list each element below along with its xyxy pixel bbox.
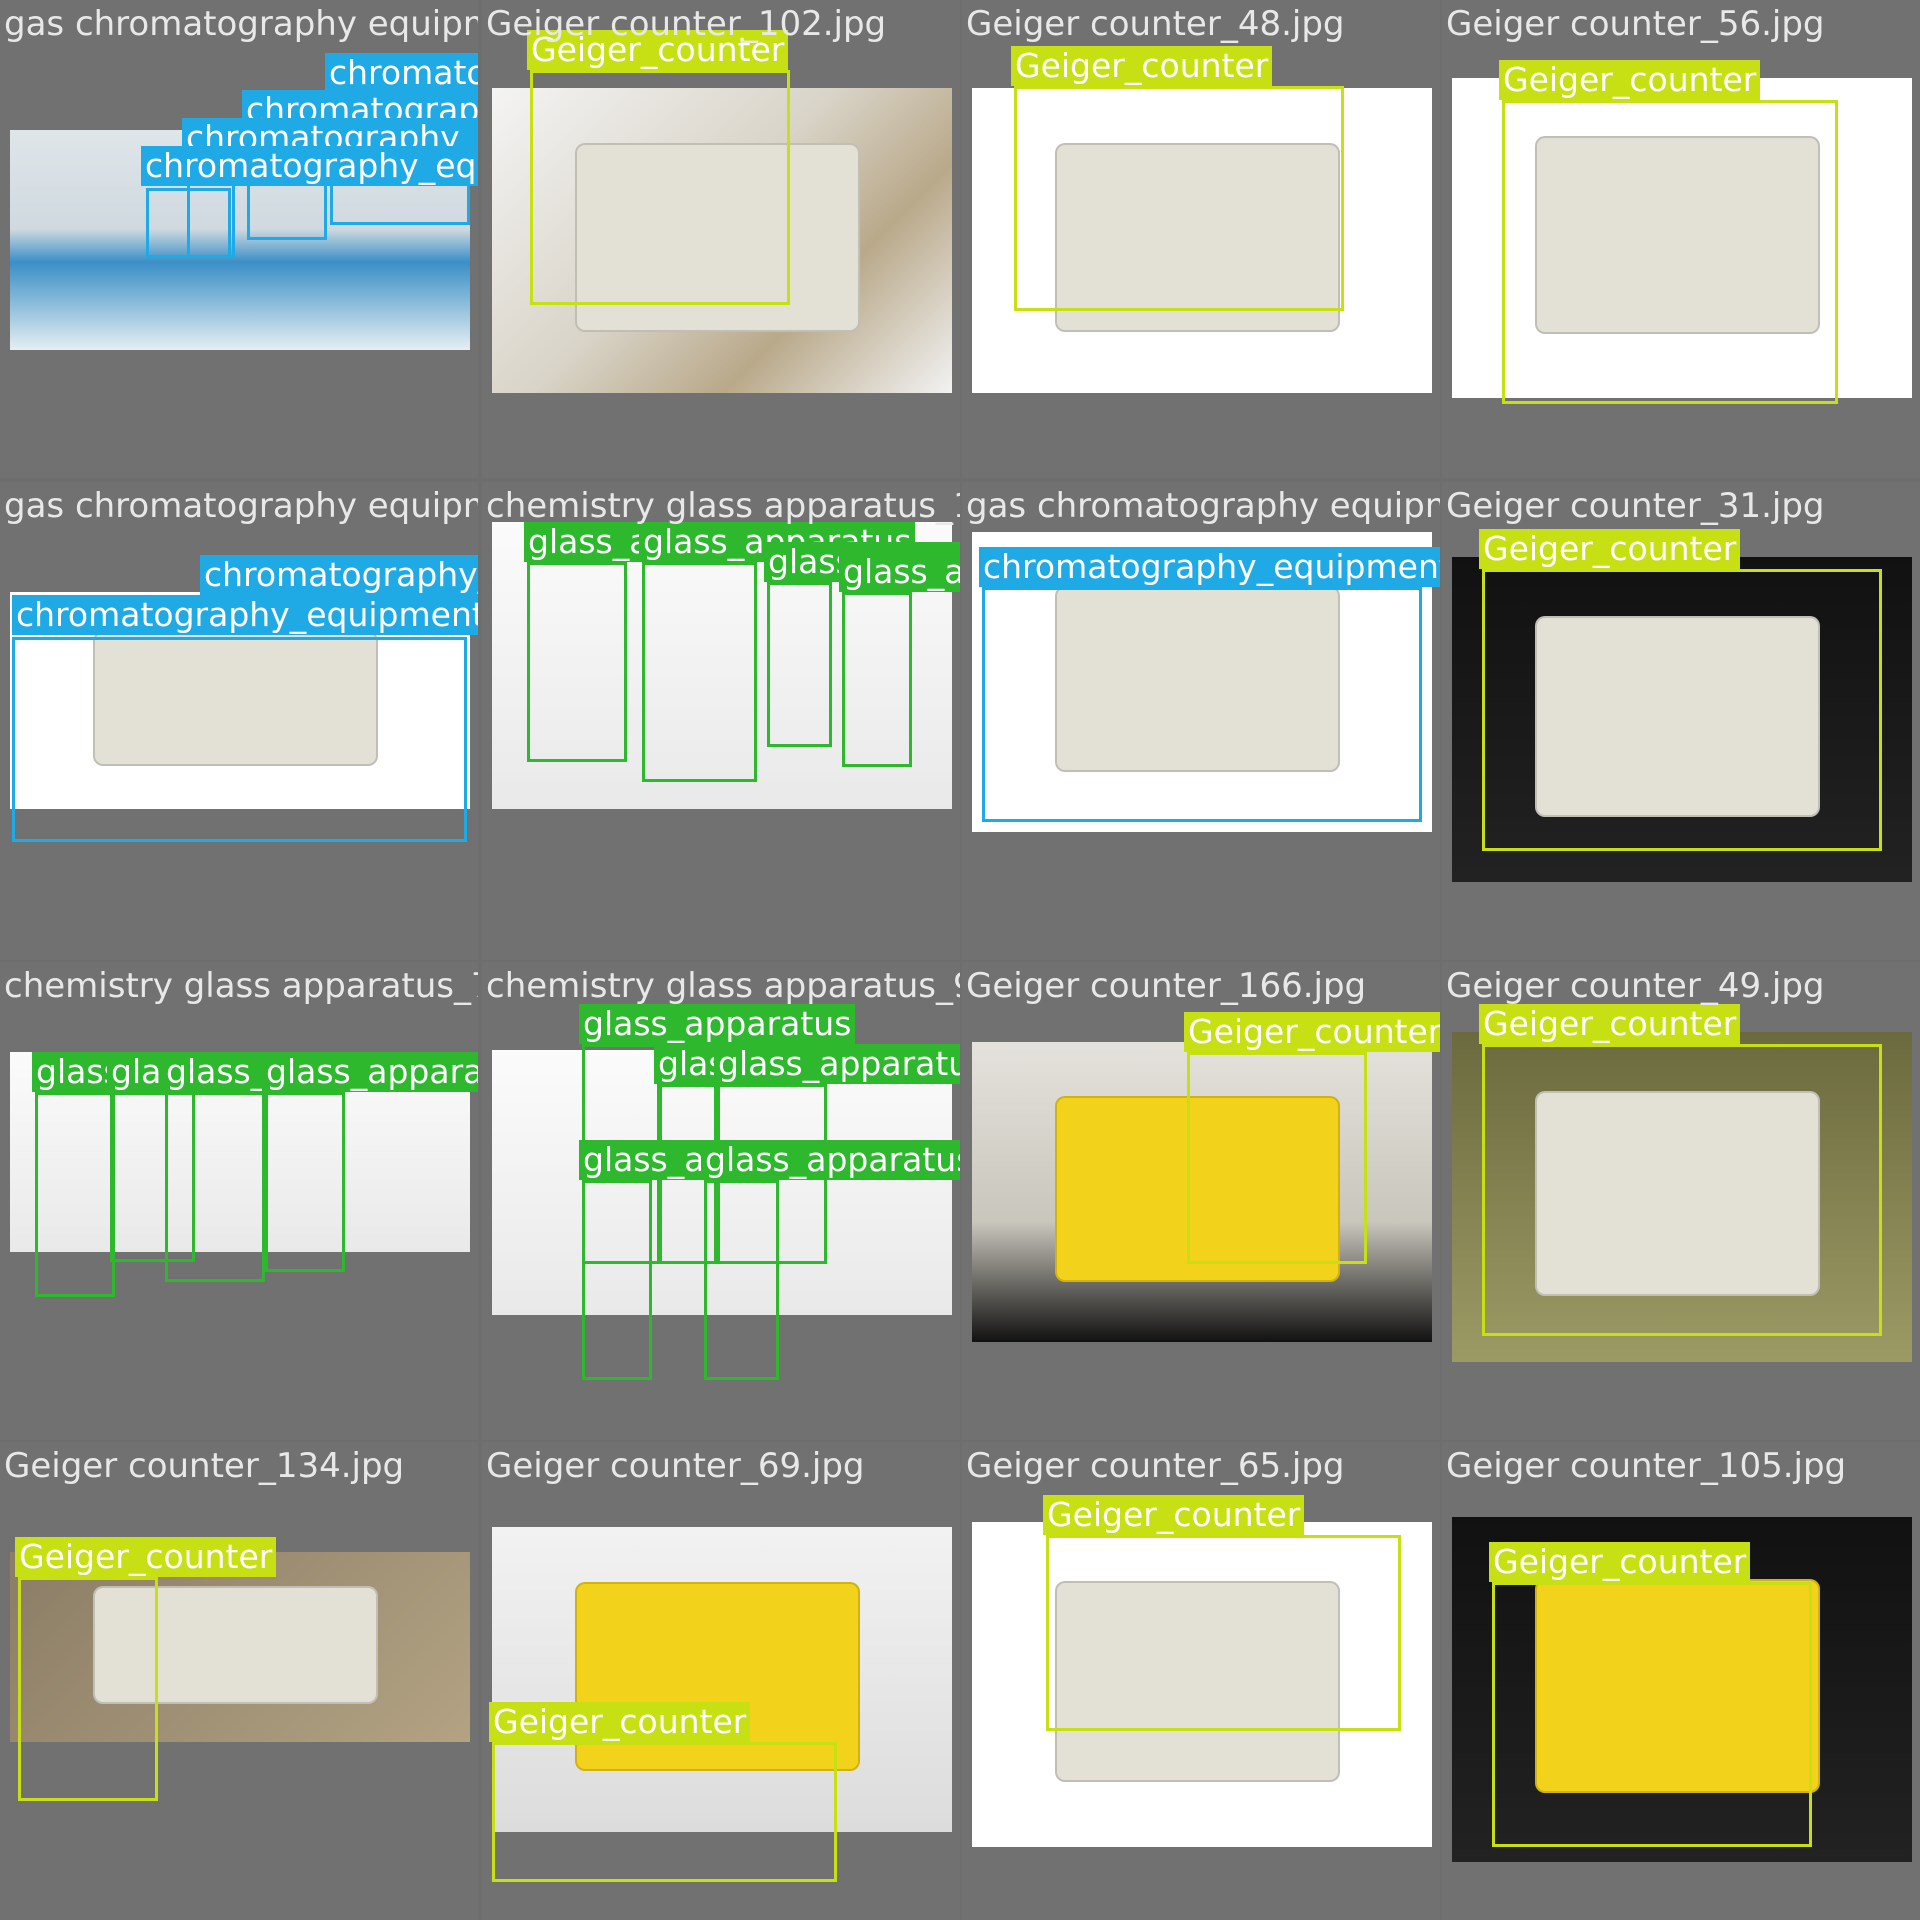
image-filename: chemistry glass apparatus_7.jpg bbox=[4, 966, 478, 1006]
image-filename: Geiger counter_49.jpg bbox=[1446, 966, 1825, 1006]
class-label-tag: chromatography_equipment bbox=[979, 547, 1440, 587]
result-cell[interactable]: Geiger counter_102.jpg Geiger_counter bbox=[482, 0, 960, 478]
class-label-tag: glass_apparatus bbox=[839, 552, 960, 592]
bounding-box bbox=[582, 1180, 652, 1380]
class-label-tag: chromatography_equipment bbox=[200, 555, 478, 595]
result-cell[interactable]: chemistry glass apparatus_7.jpg glass_app… bbox=[0, 962, 478, 1440]
class-label-tag: Geiger_counter bbox=[489, 1702, 751, 1742]
class-label-tag: Geiger_counter bbox=[1499, 60, 1761, 100]
class-label-tag: glass_apparatus bbox=[714, 1044, 960, 1084]
bounding-box bbox=[1482, 569, 1882, 851]
result-cell[interactable]: Geiger counter_166.jpg Geiger_counter bbox=[962, 962, 1440, 1440]
bounding-box bbox=[18, 1577, 158, 1801]
image-filename: Geiger counter_56.jpg bbox=[1446, 4, 1825, 44]
bounding-box bbox=[165, 1092, 265, 1282]
detection-batch-grid: gas chromatography equipment_140.jpgchro… bbox=[0, 0, 1920, 1920]
image-filename: chemistry glass apparatus_10.jpg bbox=[486, 486, 960, 526]
image-filename: gas chromatography equipment_58.jpg bbox=[4, 486, 478, 526]
result-cell[interactable]: Geiger counter_105.jpg Geiger_counter bbox=[1442, 1442, 1920, 1920]
bounding-box bbox=[492, 1742, 837, 1882]
result-cell[interactable]: Geiger counter_49.jpg Geiger_counter bbox=[1442, 962, 1920, 1440]
bounding-box bbox=[1492, 1582, 1812, 1847]
bounding-box bbox=[35, 1092, 115, 1297]
class-label-tag: Geiger_counter bbox=[1043, 1495, 1305, 1535]
image-filename: Geiger counter_31.jpg bbox=[1446, 486, 1825, 526]
result-cell[interactable]: gas chromatography equipment_58.jpgchrom… bbox=[0, 482, 478, 960]
bounding-box bbox=[1046, 1535, 1401, 1731]
bounding-box bbox=[12, 637, 467, 842]
bounding-box bbox=[982, 587, 1422, 822]
result-cell[interactable]: gas chromatography equipment_140.jpgchro… bbox=[0, 0, 478, 478]
image-filename: Geiger counter_69.jpg bbox=[486, 1446, 865, 1486]
bounding-box bbox=[1502, 100, 1838, 404]
result-cell[interactable]: chemistry glass apparatus_94.jpgglass_ap… bbox=[482, 962, 960, 1440]
bounding-box bbox=[527, 562, 627, 762]
result-cell[interactable]: chemistry glass apparatus_10.jpg glass_ap… bbox=[482, 482, 960, 960]
class-label-tag: Geiger_counter bbox=[1479, 529, 1741, 569]
class-label-tag: Geiger_counter bbox=[1011, 46, 1273, 86]
image-filename: Geiger counter_65.jpg bbox=[966, 1446, 1345, 1486]
bounding-box bbox=[1187, 1052, 1367, 1264]
image-filename: Geiger counter_102.jpg bbox=[486, 4, 887, 44]
bounding-box bbox=[1482, 1044, 1882, 1336]
result-cell[interactable]: Geiger counter_56.jpg Geiger_counter bbox=[1442, 0, 1920, 478]
result-cell[interactable]: Geiger counter_65.jpg Geiger_counter bbox=[962, 1442, 1440, 1920]
class-label-tag: Geiger_counter bbox=[15, 1537, 277, 1577]
image-filename: Geiger counter_166.jpg bbox=[966, 966, 1367, 1006]
bounding-box bbox=[767, 582, 832, 747]
image-filename: gas chromatography equipment_42.jpg bbox=[966, 486, 1440, 526]
class-label-tag: chromatography_equipment bbox=[12, 595, 478, 635]
result-cell[interactable]: Geiger counter_134.jpg Geiger_counter bbox=[0, 1442, 478, 1920]
result-cell[interactable]: Geiger counter_69.jpg Geiger_counter bbox=[482, 1442, 960, 1920]
bounding-box bbox=[146, 188, 231, 258]
class-label-tag: chromatography_equipment bbox=[325, 53, 478, 93]
class-label-tag: glass_apparatus bbox=[701, 1140, 960, 1180]
bounding-box bbox=[642, 562, 757, 782]
bounding-box bbox=[530, 70, 790, 305]
class-label-tag: glass_apparatus bbox=[579, 1004, 856, 1044]
bounding-box bbox=[1014, 86, 1344, 311]
image-filename: gas chromatography equipment_140.jpg bbox=[4, 4, 478, 44]
result-cell[interactable]: gas chromatography equipment_42.jpgchrom… bbox=[962, 482, 1440, 960]
class-label-tag: Geiger_counter bbox=[1184, 1012, 1440, 1052]
result-cell[interactable]: Geiger counter_31.jpg Geiger_counter bbox=[1442, 482, 1920, 960]
image-filename: Geiger counter_134.jpg bbox=[4, 1446, 405, 1486]
image-filename: Geiger counter_48.jpg bbox=[966, 4, 1345, 44]
class-label-tag: glass_apparatus bbox=[262, 1052, 478, 1092]
bounding-box bbox=[265, 1092, 345, 1272]
bounding-box bbox=[704, 1180, 779, 1380]
bounding-box bbox=[842, 592, 912, 767]
class-label-tag: chromatography_equipment bbox=[141, 146, 478, 186]
result-cell[interactable]: Geiger counter_48.jpg Geiger_counter bbox=[962, 0, 1440, 478]
class-label-tag: Geiger_counter bbox=[1479, 1004, 1741, 1044]
image-filename: Geiger counter_105.jpg bbox=[1446, 1446, 1847, 1486]
class-label-tag: Geiger_counter bbox=[1489, 1542, 1751, 1582]
image-filename: chemistry glass apparatus_94.jpg bbox=[486, 966, 960, 1006]
